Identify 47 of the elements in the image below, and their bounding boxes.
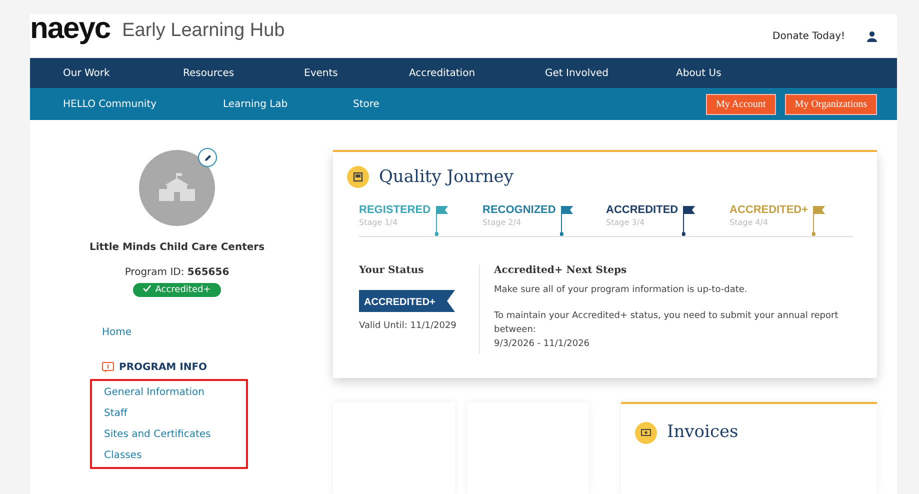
sidebar-link[interactable]: Staff bbox=[104, 408, 224, 419]
steps-title: Accredited+ Next Steps bbox=[494, 265, 628, 276]
nav-link[interactable]: About Us bbox=[676, 68, 756, 78]
book-icon bbox=[347, 166, 369, 188]
card-title: Invoices bbox=[667, 422, 738, 442]
status-banner: ACCREDITED+ bbox=[359, 290, 455, 312]
status-badge: Accredited+ bbox=[133, 283, 221, 297]
card-title: Quality Journey bbox=[379, 167, 514, 187]
program-name: Little Minds Child Care Centers bbox=[89, 242, 265, 253]
stage-label: Stage 1/4 bbox=[359, 218, 399, 227]
nav-link[interactable]: Accreditation bbox=[409, 68, 545, 78]
stage-label: Stage 3/4 bbox=[606, 218, 646, 227]
step-text: To maintain your Accredited+ status, you need to submit your annual report between: 9/3/2026 - 11/1/2026 bbox=[494, 310, 840, 351]
sidebar-link[interactable]: Sites and Certificates bbox=[104, 429, 224, 440]
stage-label: Stage 2/4 bbox=[482, 218, 522, 227]
nav-link[interactable]: Events bbox=[304, 68, 409, 78]
section-title: PROGRAM INFO bbox=[119, 362, 208, 373]
program-id: Program ID: 565656 bbox=[124, 267, 230, 278]
stage-name: ACCREDITED bbox=[606, 204, 678, 216]
account-button[interactable]: My Account bbox=[706, 94, 776, 114]
user-icon[interactable] bbox=[867, 30, 877, 42]
edit-button[interactable] bbox=[198, 148, 217, 167]
sidebar-link[interactable]: Classes bbox=[104, 450, 224, 461]
logo: naeyc bbox=[30, 14, 110, 44]
nav-link[interactable]: Resources bbox=[183, 68, 304, 78]
step-text: Make sure all of your program information is up-to-date. bbox=[494, 284, 748, 297]
nav-link[interactable]: Our Work bbox=[63, 68, 183, 78]
sidebar-link[interactable]: General Information bbox=[104, 387, 224, 398]
site-title: Early Learning Hub bbox=[122, 20, 285, 42]
school-icon bbox=[159, 173, 195, 203]
donate-link[interactable]: Donate Today! bbox=[772, 30, 845, 42]
info-icon bbox=[102, 362, 114, 373]
status-title: Your Status bbox=[359, 265, 425, 276]
pencil-icon bbox=[204, 154, 212, 162]
valid-until: Valid Until: 11/1/2029 bbox=[359, 320, 458, 333]
nav-link[interactable]: Get Involved bbox=[545, 68, 676, 78]
stage-name: RECOGNIZED bbox=[482, 204, 556, 216]
check-icon bbox=[143, 285, 152, 292]
home-link[interactable]: Home bbox=[102, 327, 333, 338]
nav-link[interactable]: Learning Lab bbox=[223, 98, 353, 110]
stage-name: REGISTERED bbox=[359, 204, 431, 216]
money-icon bbox=[635, 422, 657, 444]
stage-name: ACCREDITED+ bbox=[730, 204, 808, 216]
account-button[interactable]: My Organizations bbox=[784, 94, 877, 114]
stage-label: Stage 4/4 bbox=[730, 218, 770, 227]
nav-link[interactable]: HELLO Community bbox=[63, 98, 223, 110]
nav-link[interactable]: Store bbox=[353, 98, 453, 110]
